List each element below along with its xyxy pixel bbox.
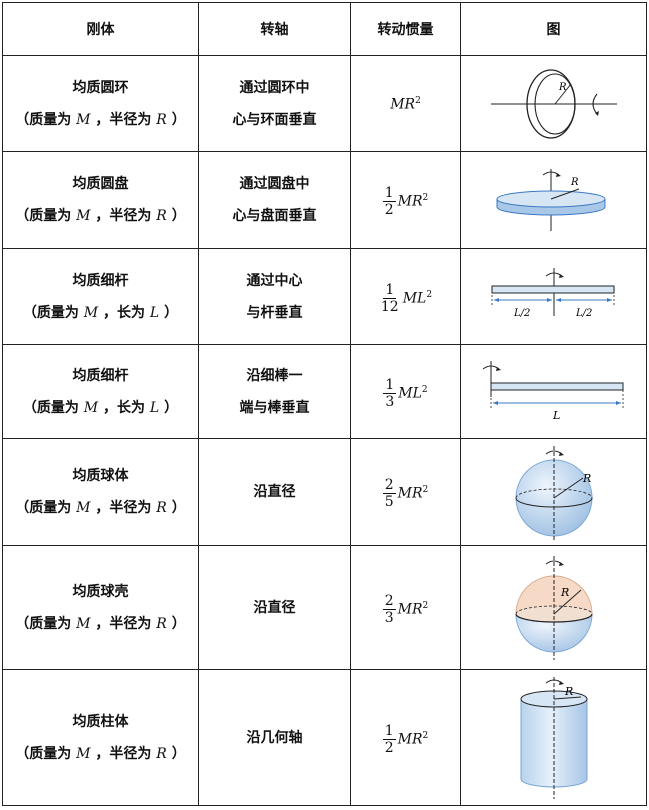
table-row: 均质柱体 （质量为 M ，半径为 R ） 沿几何轴 12 MR2 R bbox=[2, 669, 647, 806]
formula-cell: 25 MR2 bbox=[350, 438, 461, 546]
fraction: 12 bbox=[382, 185, 396, 218]
axis-cell: 通过圆环中 心与环面垂直 bbox=[198, 55, 351, 152]
rigid-body-cell: 均质柱体 （质量为 M ，半径为 R ） bbox=[2, 669, 199, 806]
formula: 12 MR2 bbox=[382, 722, 429, 756]
header-moment-of-inertia: 转动惯量 bbox=[350, 2, 461, 56]
rigid-body-cell: 均质圆盘 （质量为 M ，半径为 R ） bbox=[2, 151, 199, 249]
rigid-body-cell: 均质细杆 （质量为 M ，长为 L ） bbox=[2, 344, 199, 439]
formula-cell: MR2 bbox=[350, 55, 461, 152]
rigid-body-name: 均质细杆 bbox=[72, 367, 129, 384]
rigid-body-name: 均质圆盘 bbox=[72, 176, 129, 192]
rigid-body-params: （质量为 M ，半径为 R ） bbox=[15, 208, 186, 224]
axis-line-1: 通过中心 bbox=[246, 272, 303, 289]
table-row: 均质细杆 （质量为 M ，长为 L ） 通过中心 与杆垂直 1 12 ML2 L… bbox=[2, 248, 647, 345]
fraction: 12 bbox=[382, 722, 396, 756]
moment-of-inertia-table: 刚体 转轴 转动惯量 图 均质圆环 （质量为 M ，半径为 R ） 通过圆环中 … bbox=[2, 2, 647, 806]
rod-end-figure: L bbox=[482, 360, 623, 422]
rod-center-figure: L/2 L/2 bbox=[491, 267, 614, 319]
axis-line-2: 心与环面垂直 bbox=[232, 111, 317, 128]
rigid-body-params: （质量为 M ，半径为 R ） bbox=[15, 745, 186, 762]
table-row: 均质细杆 （质量为 M ，长为 L ） 沿细棒一 端与棒垂直 13 ML2 L bbox=[2, 344, 647, 439]
rotation-arrow bbox=[545, 679, 562, 683]
cylinder-figure: R bbox=[520, 676, 587, 799]
axis-line-1: 沿细棒一 bbox=[246, 367, 303, 384]
rod bbox=[491, 285, 614, 293]
fraction: 1 12 bbox=[380, 281, 399, 315]
axis-cell: 通过中心 与杆垂直 bbox=[198, 248, 351, 345]
formula: 1 12 ML2 bbox=[380, 281, 433, 315]
rigid-body-name: 均质柱体 bbox=[72, 713, 129, 730]
rigid-body-name: 均质球壳 bbox=[72, 583, 129, 600]
axis-line-1: 通过圆环中 bbox=[239, 79, 310, 96]
axis-line-2: 端与棒垂直 bbox=[239, 399, 310, 416]
formula-cell: 12 MR2 bbox=[350, 669, 461, 806]
ring-figure: R bbox=[490, 68, 617, 139]
rigid-body-name: 均质圆环 bbox=[72, 79, 129, 96]
figure-cell: R bbox=[460, 438, 647, 546]
table-header-row: 刚体 转轴 转动惯量 图 bbox=[2, 2, 647, 56]
disk-figure: R bbox=[496, 169, 605, 231]
figure-cell: L/2 L/2 bbox=[460, 248, 647, 345]
rigid-body-params: （质量为 M ，长为 L ） bbox=[22, 304, 179, 321]
axis-cell: 沿直径 bbox=[198, 545, 351, 670]
axis-line-1: 沿几何轴 bbox=[246, 729, 303, 746]
axis-line-2: 心与盘面垂直 bbox=[232, 208, 317, 224]
rigid-body-name: 均质球体 bbox=[72, 468, 129, 484]
rigid-body-cell: 均质球壳 （质量为 M ，半径为 R ） bbox=[2, 545, 199, 670]
fraction: 23 bbox=[382, 592, 396, 626]
header-rigid-body: 刚体 bbox=[2, 2, 199, 56]
rigid-body-params: （质量为 M ，半径为 R ） bbox=[15, 500, 186, 516]
formula: MR2 bbox=[390, 96, 421, 113]
rigid-body-params: （质量为 M ，半径为 R ） bbox=[15, 111, 186, 128]
rigid-body-cell: 均质球体 （质量为 M ，半径为 R ） bbox=[2, 438, 199, 546]
rigid-body-cell: 均质细杆 （质量为 M ，长为 L ） bbox=[2, 248, 199, 345]
rigid-body-params: （质量为 M ，半径为 R ） bbox=[15, 615, 186, 632]
spherical-shell-figure: R bbox=[514, 555, 593, 660]
axis-cell: 沿几何轴 bbox=[198, 669, 351, 806]
rigid-body-name: 均质细杆 bbox=[72, 272, 129, 289]
rigid-body-params: （质量为 M ，长为 L ） bbox=[22, 399, 179, 416]
axis-line-1: 通过圆盘中 bbox=[239, 176, 310, 192]
half-length-label-right: L/2 bbox=[575, 308, 592, 319]
table-row: 均质球体 （质量为 M ，半径为 R ） 沿直径 25 MR2 R bbox=[2, 438, 647, 546]
radius-label: R bbox=[582, 472, 591, 485]
radius-label: R bbox=[564, 685, 573, 698]
radius-label: R bbox=[570, 177, 579, 188]
figure-cell: L bbox=[460, 344, 647, 439]
half-length-label-left: L/2 bbox=[513, 308, 530, 319]
fraction: 13 bbox=[383, 376, 397, 410]
table-row: 均质球壳 （质量为 M ，半径为 R ） 沿直径 23 MR2 R bbox=[2, 545, 647, 670]
radius-label: R bbox=[558, 82, 567, 93]
axis-line-1: 沿直径 bbox=[253, 599, 296, 616]
solid-sphere-figure: R bbox=[515, 446, 592, 540]
axis-cell: 沿细棒一 端与棒垂直 bbox=[198, 344, 351, 439]
axis-line-2: 与杆垂直 bbox=[246, 304, 303, 321]
formula-cell: 12 MR2 bbox=[350, 151, 461, 249]
rigid-body-cell: 均质圆环 （质量为 M ，半径为 R ） bbox=[2, 55, 199, 152]
formula-cell: 1 12 ML2 bbox=[350, 248, 461, 345]
figure-cell: R bbox=[460, 151, 647, 249]
axis-cell: 通过圆盘中 心与盘面垂直 bbox=[198, 151, 351, 249]
fraction: 25 bbox=[382, 477, 396, 510]
table-row: 均质圆盘 （质量为 M ，半径为 R ） 通过圆盘中 心与盘面垂直 12 MR2 bbox=[2, 151, 647, 249]
radius-label: R bbox=[560, 586, 569, 599]
axis-cell: 沿直径 bbox=[198, 438, 351, 546]
header-axis: 转轴 bbox=[198, 2, 351, 56]
formula-cell: 13 ML2 bbox=[350, 344, 461, 439]
formula: 12 MR2 bbox=[382, 185, 429, 218]
figure-cell: R bbox=[460, 545, 647, 670]
length-label: L bbox=[552, 409, 560, 422]
formula: 13 ML2 bbox=[383, 376, 428, 410]
figure-cell: R bbox=[460, 55, 647, 152]
rod bbox=[490, 382, 623, 390]
formula: 23 MR2 bbox=[382, 592, 429, 626]
axis-line-1: 沿直径 bbox=[253, 484, 296, 500]
table-row: 均质圆环 （质量为 M ，半径为 R ） 通过圆环中 心与环面垂直 MR2 R bbox=[2, 55, 647, 152]
figure-cell: R bbox=[460, 669, 647, 806]
header-figure: 图 bbox=[460, 2, 647, 56]
formula: 25 MR2 bbox=[382, 477, 429, 510]
formula-cell: 23 MR2 bbox=[350, 545, 461, 670]
